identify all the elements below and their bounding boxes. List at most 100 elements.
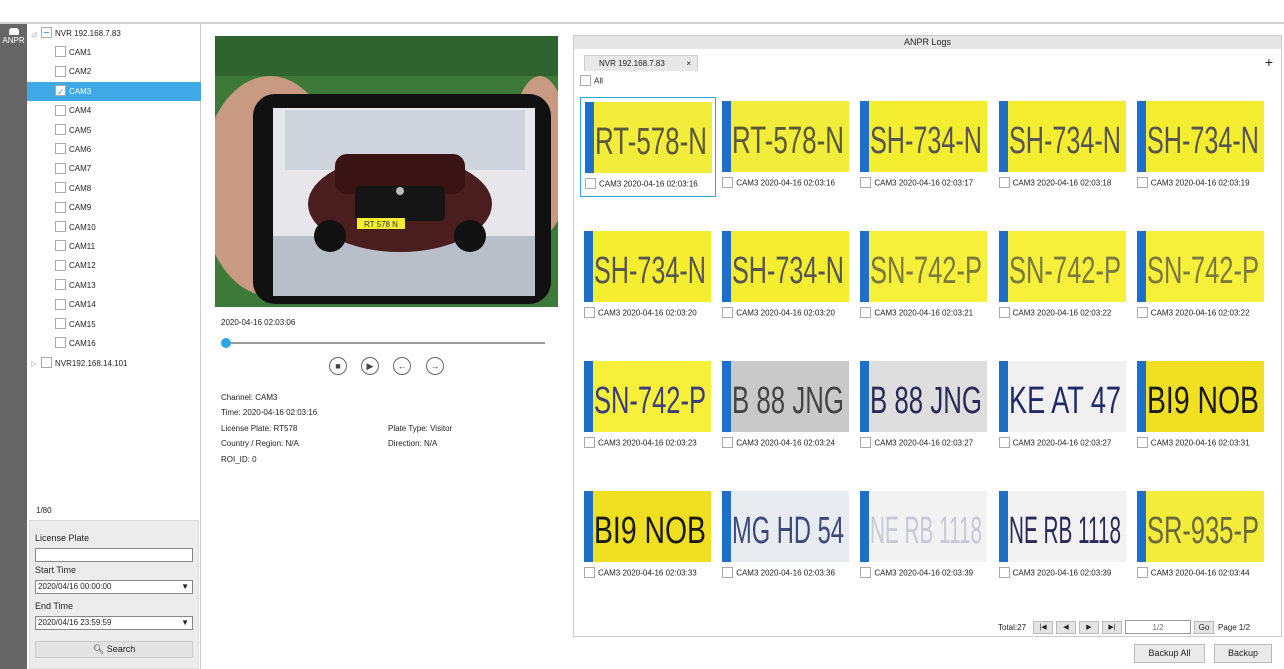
tree-item-cam12[interactable]: CAM12 [27,256,201,275]
log-item-caption[interactable]: CAM3 2020-04-16 02:03:36 [722,567,835,579]
plate-image[interactable]: RT-578-N [585,102,712,173]
first-page-button[interactable]: |◀ [1033,621,1053,634]
page-input[interactable] [1125,620,1191,634]
log-item[interactable]: NE RB 1118 CAM3 2020-04-16 02:03:39 [856,487,992,587]
log-item[interactable]: SH-734-N CAM3 2020-04-16 02:03:18 [995,97,1131,197]
tree-root-2-checkbox[interactable] [41,357,52,369]
close-icon[interactable]: × [686,56,691,72]
tree-item-cam7[interactable]: CAM7 [27,159,201,178]
tree-item-cam2[interactable]: CAM2 [27,62,201,81]
log-item-checkbox[interactable] [1136,437,1148,448]
log-item-caption[interactable]: CAM3 2020-04-16 02:03:31 [1136,437,1250,449]
log-item[interactable]: SN-742-P CAM3 2020-04-16 02:03:23 [580,357,716,457]
collapse-icon[interactable]: ◿ [31,25,41,44]
plate-image[interactable]: SH-734-N [1136,101,1264,172]
log-item-caption[interactable]: CAM3 2020-04-16 02:03:39 [860,567,973,579]
next-button[interactable]: → [426,357,444,375]
tree-item-cam13[interactable]: CAM13 [27,276,201,295]
tab-nvr[interactable]: NVR 192.168.7.83 × [584,55,698,71]
next-page-button[interactable]: ▶ [1079,621,1099,634]
log-item-caption[interactable]: CAM3 2020-04-16 02:03:44 [1136,567,1250,579]
plate-image[interactable]: SN-742-P [860,231,988,302]
log-item[interactable]: B 88 JNG CAM3 2020-04-16 02:03:27 [856,357,992,457]
log-item-caption[interactable]: CAM3 2020-04-16 02:03:20 [584,307,697,319]
plate-image[interactable]: NE RB 1118 [860,491,988,562]
log-item[interactable]: SN-742-P CAM3 2020-04-16 02:03:22 [1133,227,1269,327]
license-plate-input[interactable] [35,548,193,562]
tree-item-cam6[interactable]: CAM6 [27,140,201,159]
camera-checkbox[interactable] [55,240,66,252]
camera-checkbox[interactable] [55,143,66,155]
log-item-checkbox[interactable] [584,307,595,318]
camera-checkbox[interactable] [55,46,66,58]
tree-item-cam8[interactable]: CAM8 [27,179,201,198]
plate-image[interactable]: B 88 JNG [722,361,850,432]
camera-checkbox[interactable] [55,201,66,213]
plate-image[interactable]: BI9 NOB [584,491,711,562]
video-player[interactable]: RT 578 N [215,36,558,307]
log-item-checkbox[interactable] [1136,567,1148,578]
log-item-checkbox[interactable] [860,307,872,318]
log-item-caption[interactable]: CAM3 2020-04-16 02:03:19 [1136,177,1250,189]
log-item[interactable]: SH-734-N CAM3 2020-04-16 02:03:20 [718,227,854,327]
play-button[interactable]: ▶ [361,357,379,375]
camera-checkbox[interactable] [55,317,66,329]
log-item-caption[interactable]: CAM3 2020-04-16 02:03:17 [860,177,973,189]
log-item-checkbox[interactable] [1136,177,1148,188]
camera-checkbox[interactable] [55,65,66,77]
playback-timeline[interactable] [225,342,545,344]
log-item-caption[interactable]: CAM3 2020-04-16 02:03:16 [722,177,835,189]
log-item[interactable]: SH-734-N CAM3 2020-04-16 02:03:17 [856,97,992,197]
log-item[interactable]: BI9 NOB CAM3 2020-04-16 02:03:31 [1133,357,1269,457]
log-item-checkbox[interactable] [998,307,1010,318]
select-all-checkbox[interactable] [580,75,591,86]
log-item-caption[interactable]: CAM3 2020-04-16 02:03:24 [722,437,835,449]
tree-item-cam4[interactable]: CAM4 [27,101,201,120]
log-item-checkbox[interactable] [584,567,595,578]
log-item-checkbox[interactable] [722,567,734,578]
backup-button[interactable]: Backup [1214,644,1272,663]
tree-item-cam10[interactable]: CAM10 [27,218,201,237]
log-item-caption[interactable]: CAM3 2020-04-16 02:03:39 [998,567,1111,579]
end-time-field[interactable]: 2020/04/16 23:59:59 ▼ [35,616,193,630]
anpr-nav-button[interactable]: ANPR [0,26,27,52]
camera-checkbox[interactable] [55,259,66,271]
log-item-checkbox[interactable] [860,437,872,448]
plate-image[interactable]: SH-734-N [722,231,850,302]
log-item-caption[interactable]: CAM3 2020-04-16 02:03:27 [998,437,1111,449]
log-item-checkbox[interactable] [998,567,1010,578]
camera-checkbox[interactable] [55,162,66,174]
last-page-button[interactable]: ▶| [1102,621,1122,634]
log-item-caption[interactable]: CAM3 2020-04-16 02:03:23 [584,437,697,449]
prev-page-button[interactable]: ◀ [1056,621,1076,634]
log-item-caption[interactable]: CAM3 2020-04-16 02:03:16 [585,178,698,190]
log-item-checkbox[interactable] [998,437,1010,448]
plate-image[interactable]: B 88 JNG [860,361,988,432]
plate-image[interactable]: KE AT 47 [998,361,1126,432]
tree-item-cam11[interactable]: CAM11 [27,237,201,256]
plate-image[interactable]: SR-935-P [1136,491,1264,562]
plate-image[interactable]: NE RB 1118 [998,491,1126,562]
camera-checkbox[interactable] [55,182,66,194]
log-item-caption[interactable]: CAM3 2020-04-16 02:03:21 [860,307,973,319]
plate-image[interactable]: MG HD 54 [722,491,850,562]
tree-item-cam1[interactable]: CAM1 [27,43,201,62]
add-tab-button[interactable]: + [1265,55,1273,69]
tree-item-cam14[interactable]: CAM14 [27,295,201,314]
chevron-down-icon[interactable]: ▼ [181,617,189,629]
log-item-checkbox[interactable] [722,437,734,448]
tree-item-cam9[interactable]: CAM9 [27,198,201,217]
camera-checkbox[interactable] [55,337,66,349]
log-item[interactable]: B 88 JNG CAM3 2020-04-16 02:03:24 [718,357,854,457]
log-item[interactable]: KE AT 47 CAM3 2020-04-16 02:03:27 [995,357,1131,457]
log-item[interactable]: SR-935-P CAM3 2020-04-16 02:03:44 [1133,487,1269,587]
chevron-down-icon[interactable]: ▼ [181,581,189,593]
log-item-checkbox[interactable] [722,177,734,188]
log-item[interactable]: BI9 NOB CAM3 2020-04-16 02:03:33 [580,487,716,587]
plate-image[interactable]: RT-578-N [722,101,850,172]
backup-all-button[interactable]: Backup All [1134,644,1205,663]
camera-checkbox[interactable] [55,220,66,232]
log-item[interactable]: SH-734-N CAM3 2020-04-16 02:03:20 [580,227,716,327]
plate-image[interactable]: SH-734-N [860,101,988,172]
tree-root-nvr-2[interactable]: ▷ NVR192.168.14.101 [27,354,201,373]
